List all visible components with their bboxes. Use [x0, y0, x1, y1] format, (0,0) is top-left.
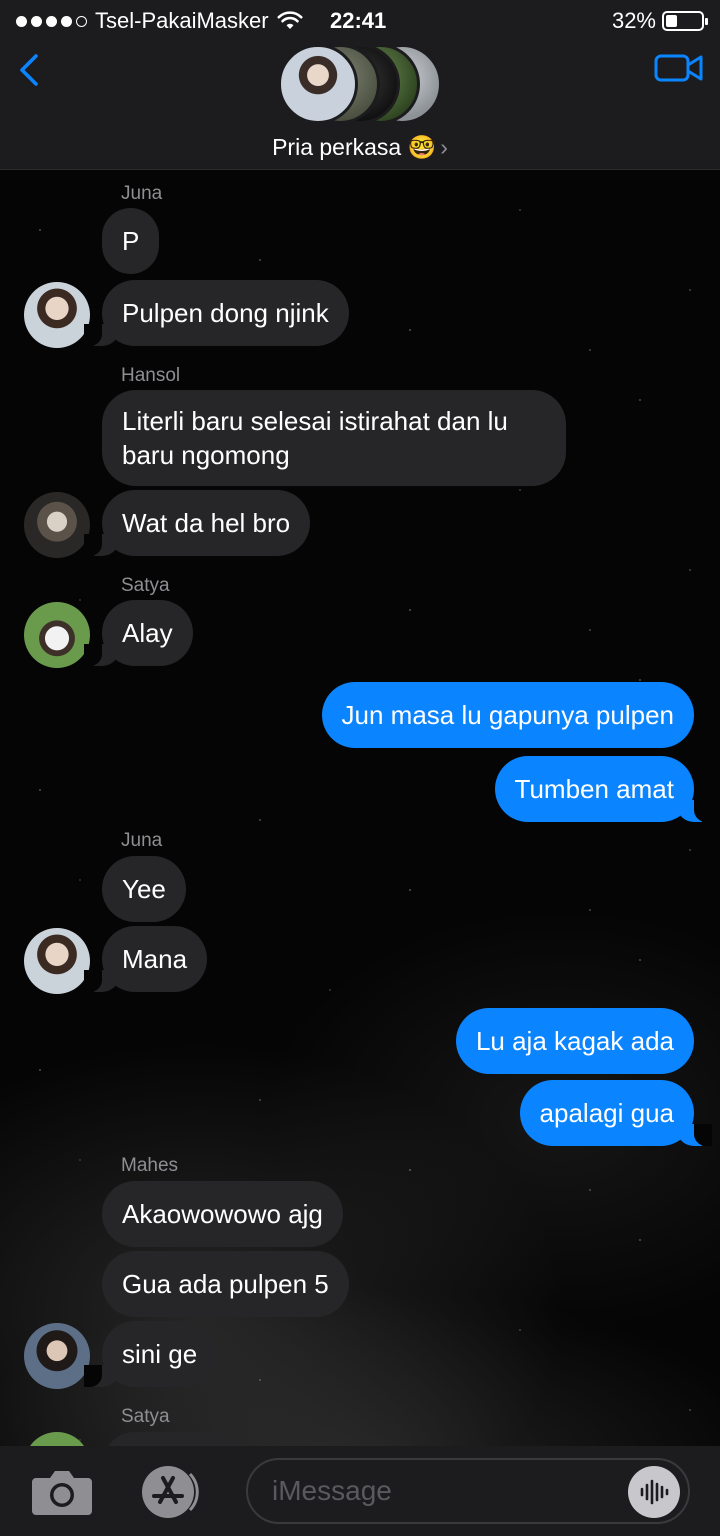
contact-avatar[interactable] — [24, 1432, 90, 1446]
member-avatar — [278, 44, 358, 124]
status-bar: Tsel-PakaiMasker 22:41 32% — [0, 0, 720, 42]
incoming-message-bubble[interactable]: Gua ada pulpen 5 — [102, 1251, 349, 1317]
group-avatar-stack[interactable] — [278, 44, 442, 124]
incoming-message-bubble[interactable]: P — [102, 208, 160, 274]
signal-strength-icon — [16, 15, 87, 27]
message-text: P — [122, 226, 140, 256]
group-name-label: Pria perkasa 🤓 — [272, 134, 437, 160]
message-text: Mana — [122, 944, 188, 974]
incoming-message-bubble[interactable]: Akaowowowo ajg — [102, 1181, 343, 1247]
contact-avatar[interactable] — [24, 602, 90, 668]
incoming-message-bubble[interactable]: Pulpen dong njink — [84, 280, 349, 346]
sender-name: Juna — [121, 830, 163, 851]
camera-icon[interactable] — [30, 1468, 94, 1516]
message-text: Yee — [122, 874, 166, 904]
message-text: Gua ada pulpen 5 — [122, 1269, 329, 1299]
video-camera-icon[interactable] — [654, 52, 704, 84]
navigation-header: Tsel-PakaiMasker 22:41 32% Pria perkasa … — [0, 0, 720, 170]
message-text: Wat da hel bro — [122, 508, 291, 538]
contact-avatar[interactable] — [24, 928, 90, 994]
message-text: Jun masa lu gapunya pulpen — [341, 700, 674, 730]
message-text: Akaowowowo ajg — [122, 1199, 323, 1229]
message-list[interactable]: Juna P Pulpen dong njink Hansol Literli … — [0, 170, 720, 1446]
clock-time: 22:41 — [330, 8, 387, 33]
incoming-message-bubble[interactable]: Mana — [83, 926, 208, 992]
incoming-message-bubble[interactable]: Wat da hel bro — [83, 490, 311, 556]
incoming-message-bubble[interactable]: Literli baru selesai istirahat dan lu ba… — [102, 390, 566, 486]
message-text: Alay — [122, 618, 173, 648]
message-text: Lu aja kagak ada — [475, 1026, 674, 1056]
sender-name: Mahes — [121, 1155, 179, 1176]
incoming-message-bubble[interactable]: sini ge — [83, 1321, 218, 1387]
message-text: Pulpen dong njink — [122, 298, 329, 328]
sender-name: Satya — [121, 575, 170, 596]
battery-level-fill — [666, 15, 677, 27]
message-text: apalagi gua — [539, 1098, 674, 1128]
sender-name: Hansol — [121, 365, 181, 386]
message-text: sini ge — [122, 1339, 198, 1369]
sender-name: Satya — [121, 1406, 170, 1427]
compose-bar — [0, 1446, 720, 1536]
incoming-message-bubble[interactable] — [102, 1432, 246, 1446]
battery-percentage: 32% — [611, 8, 656, 33]
outgoing-message-bubble[interactable]: Jun masa lu gapunya pulpen — [321, 682, 694, 748]
message-text: Literli baru selesai istirahat dan lu ba… — [122, 406, 508, 470]
contact-avatar[interactable] — [24, 282, 90, 348]
chevron-right-icon: › — [440, 134, 448, 160]
battery-icon — [662, 11, 708, 31]
incoming-message-bubble[interactable]: Alay — [84, 600, 193, 666]
app-store-icon[interactable] — [136, 1464, 208, 1520]
message-text: Tumben amat — [514, 774, 674, 804]
contact-avatar[interactable] — [24, 492, 90, 558]
sender-name: Juna — [121, 183, 163, 204]
back-chevron-icon[interactable] — [14, 52, 44, 88]
outgoing-message-bubble[interactable]: Tumben amat — [494, 756, 713, 822]
group-name-title[interactable]: Pria perkasa 🤓 › — [0, 134, 720, 161]
incoming-message-bubble[interactable]: Yee — [102, 856, 186, 922]
outgoing-message-bubble[interactable]: Lu aja kagak ada — [455, 1008, 694, 1074]
waveform-glyph — [640, 1479, 669, 1505]
contact-avatar[interactable] — [24, 1323, 90, 1389]
audio-waveform-icon[interactable] — [628, 1466, 680, 1518]
outgoing-message-bubble[interactable]: apalagi gua — [519, 1080, 713, 1146]
imessage-input[interactable] — [246, 1458, 690, 1524]
wifi-icon — [277, 11, 303, 29]
carrier-name: Tsel-PakaiMasker — [95, 8, 269, 33]
